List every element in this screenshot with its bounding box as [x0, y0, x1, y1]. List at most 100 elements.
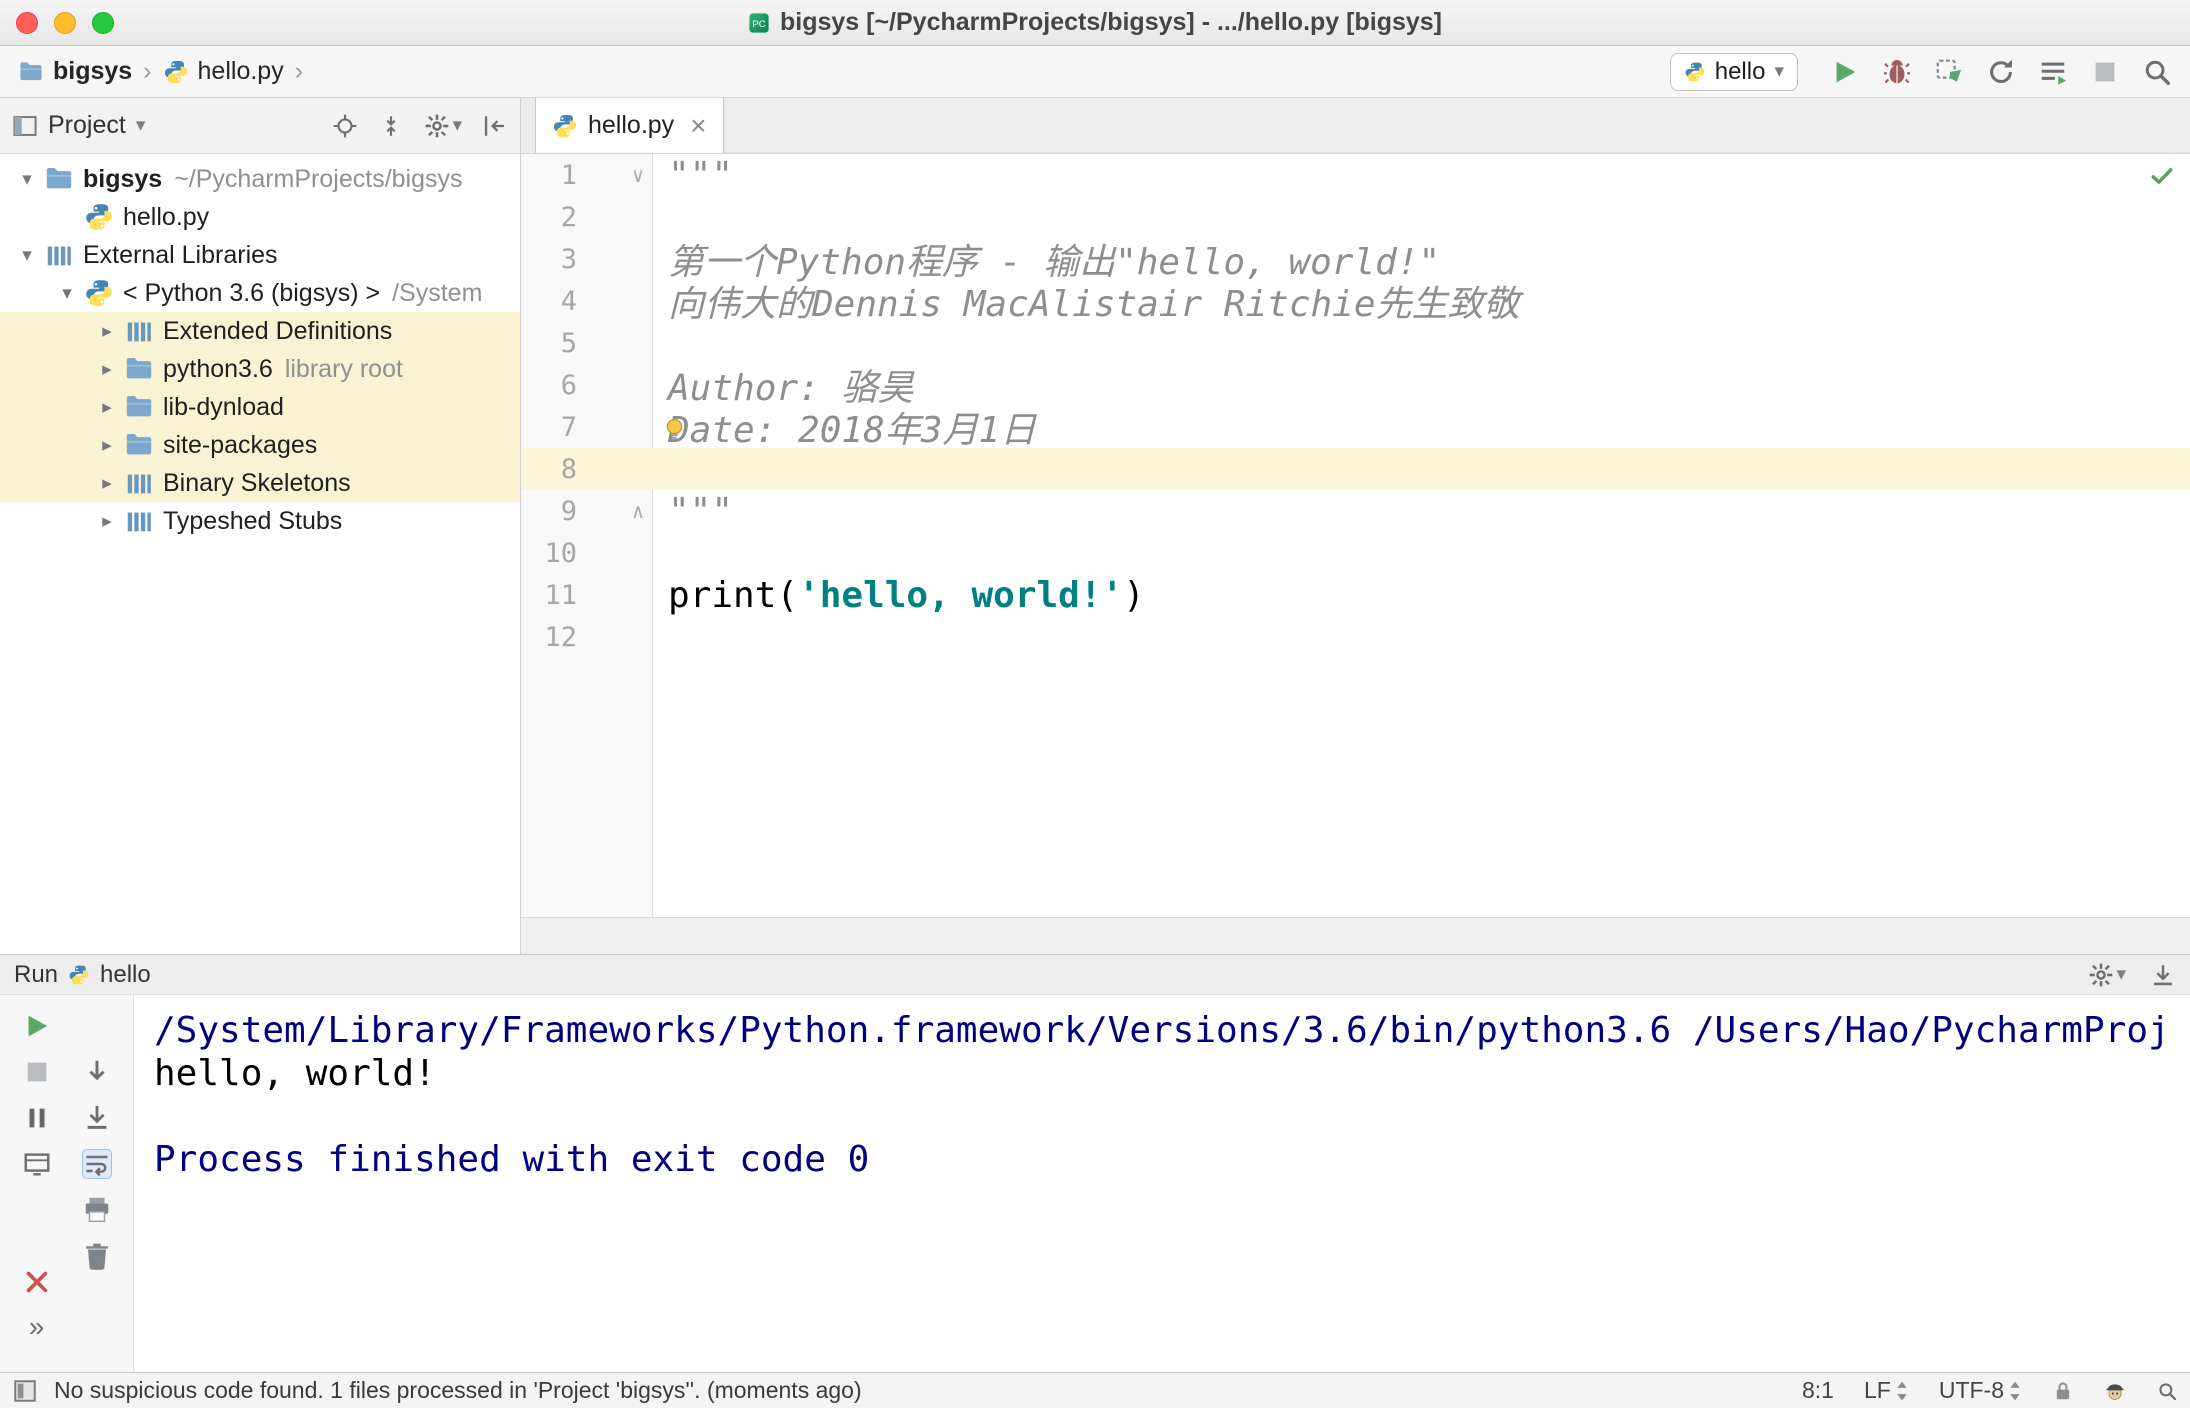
- clear-all-button[interactable]: [82, 1241, 112, 1271]
- chevron-right-icon[interactable]: ▸: [90, 320, 124, 343]
- line-gutter[interactable]: 8: [521, 448, 652, 490]
- tree-item-binary-skeletons[interactable]: ▸ Binary Skeletons: [0, 464, 520, 502]
- title-bar: PC bigsys [~/PycharmProjects/bigsys] - .…: [0, 0, 2190, 46]
- tree-item-python3-6[interactable]: ▸ python3.6 library root: [0, 350, 520, 388]
- python-icon: [1684, 61, 1706, 83]
- chevron-right-icon[interactable]: ▸: [90, 510, 124, 533]
- run-with-coverage-button[interactable]: [1934, 57, 1964, 87]
- line-gutter[interactable]: 6: [521, 364, 652, 406]
- editor[interactable]: 1 ∨ """ 2 3 第一个Python程序 - 输出"hello, world!" 4 向…: [521, 154, 2190, 917]
- run-settings-button[interactable]: ▾: [2088, 962, 2126, 988]
- line-gutter[interactable]: 4: [521, 280, 652, 322]
- collapse-all-button[interactable]: [378, 113, 404, 139]
- chevron-right-icon[interactable]: ▸: [90, 472, 124, 495]
- chevron-down-icon[interactable]: ▾: [10, 168, 44, 191]
- run-button[interactable]: [1830, 57, 1860, 87]
- toolwindow-toggle-icon[interactable]: [12, 1378, 38, 1404]
- pause-output-button[interactable]: [22, 1103, 52, 1133]
- intention-bulb-icon[interactable]: [661, 416, 688, 443]
- tree-item-hello-py[interactable]: hello.py: [0, 198, 520, 236]
- chevron-down-icon: ▾: [452, 115, 462, 136]
- tree-item-lib-dynload[interactable]: ▸ lib-dynload: [0, 388, 520, 426]
- breadcrumb-hello-py[interactable]: hello.py: [198, 57, 284, 86]
- profiler-button[interactable]: [1986, 57, 2016, 87]
- line-gutter[interactable]: 11: [521, 574, 652, 616]
- line-gutter[interactable]: 1 ∨: [521, 154, 652, 196]
- line-gutter[interactable]: 12: [521, 616, 652, 658]
- editor-line-12[interactable]: 12: [521, 616, 2190, 658]
- line-gutter[interactable]: 2: [521, 196, 652, 238]
- restore-layout-button[interactable]: [22, 1149, 52, 1179]
- chevron-down-icon[interactable]: ▾: [50, 282, 84, 305]
- code-token: """: [668, 490, 734, 532]
- lock-icon[interactable]: [2052, 1380, 2074, 1402]
- line-gutter[interactable]: 10: [521, 532, 652, 574]
- line-gutter[interactable]: 5: [521, 322, 652, 364]
- print-button[interactable]: [82, 1195, 112, 1225]
- scroll-from-source-button[interactable]: [332, 113, 358, 139]
- debug-button[interactable]: [1882, 57, 1912, 87]
- editor-line-4[interactable]: 4 向伟大的Dennis MacAlistair Ritchie先生致敬: [521, 280, 2190, 325]
- line-gutter[interactable]: 3: [521, 238, 652, 280]
- down-stacktrace-button[interactable]: [82, 1057, 112, 1087]
- run-configuration-select[interactable]: hello ▾: [1669, 52, 1798, 91]
- close-window-button[interactable]: [16, 11, 38, 34]
- tab-hello-py[interactable]: hello.py ×: [535, 98, 724, 153]
- chevron-down-icon[interactable]: ▾: [136, 114, 146, 137]
- hide-run-panel-button[interactable]: [2150, 962, 2176, 988]
- editor-line-5[interactable]: 5: [521, 322, 2190, 364]
- tree-item-typeshed-stubs[interactable]: ▸ Typeshed Stubs: [0, 502, 520, 540]
- editor-line-10[interactable]: 10: [521, 532, 2190, 574]
- encoding-widget[interactable]: UTF-8: [1939, 1377, 2022, 1404]
- search-everywhere-button[interactable]: [2142, 57, 2172, 87]
- tree-item-site-packages[interactable]: ▸ site-packages: [0, 426, 520, 464]
- editor-line-7[interactable]: 7 Date: 2018年3月1日: [521, 406, 2190, 451]
- editor-line-11[interactable]: 11 print('hello, world!'): [521, 574, 2190, 616]
- minimize-window-button[interactable]: [54, 11, 76, 34]
- editor-line-1[interactable]: 1 ∨ """: [521, 154, 2190, 196]
- tree-item-bigsys[interactable]: ▾ bigsys ~/PycharmProjects/bigsys: [0, 160, 520, 198]
- rerun-button[interactable]: [22, 1011, 52, 1041]
- stop-process-button[interactable]: [22, 1057, 52, 1087]
- code-token: 向伟大的Dennis MacAlistair Ritchie先生致敬: [668, 284, 1520, 325]
- console-options-column: [74, 1011, 120, 1372]
- chevron-right-icon[interactable]: ▸: [90, 434, 124, 457]
- run-panel-title[interactable]: Run: [14, 961, 58, 989]
- close-tab-icon[interactable]: ×: [690, 111, 706, 140]
- tree-item-label: < Python 3.6 (bigsys) >: [123, 278, 381, 307]
- close-console-button[interactable]: [22, 1267, 52, 1297]
- tree-item-extended-definitions[interactable]: ▸ Extended Definitions: [0, 312, 520, 350]
- project-settings-button[interactable]: ▾: [424, 113, 462, 139]
- fold-marker-icon[interactable]: ∨: [583, 163, 652, 187]
- caret-position-widget[interactable]: 8:1: [1802, 1377, 1834, 1404]
- zoom-window-button[interactable]: [92, 11, 114, 34]
- chevron-right-icon[interactable]: ▸: [90, 358, 124, 381]
- run-console[interactable]: /System/Library/Frameworks/Python.framew…: [134, 995, 2190, 1372]
- editor-line-2[interactable]: 2: [521, 196, 2190, 238]
- scroll-to-end-button[interactable]: [82, 1103, 112, 1133]
- edit-configurations-button[interactable]: [2038, 57, 2068, 87]
- fold-marker-icon[interactable]: ∧: [583, 499, 652, 523]
- line-number: 5: [560, 327, 577, 359]
- chevron-down-icon[interactable]: ▾: [10, 244, 44, 267]
- stop-button[interactable]: [2090, 57, 2120, 87]
- chevron-right-icon[interactable]: ▸: [90, 396, 124, 419]
- line-separator-widget[interactable]: LF: [1864, 1377, 1909, 1404]
- line-gutter[interactable]: 7: [521, 406, 652, 448]
- loupe-icon[interactable]: [2156, 1380, 2178, 1402]
- tree-item-python-3-6-bigsys[interactable]: ▾ < Python 3.6 (bigsys) > /System: [0, 274, 520, 312]
- project-panel-title[interactable]: Project: [48, 111, 126, 140]
- more-actions-button[interactable]: »: [29, 1313, 45, 1341]
- editor-line-3[interactable]: 3 第一个Python程序 - 输出"hello, world!": [521, 238, 2190, 283]
- tree-item-external-libraries[interactable]: ▾ External Libraries: [0, 236, 520, 274]
- line-gutter[interactable]: 9 ∧: [521, 490, 652, 532]
- editor-line-6[interactable]: 6 Author: 骆昊: [521, 364, 2190, 409]
- editor-horizontal-scrollbar[interactable]: [521, 917, 2190, 954]
- status-widgets: 8:1 LF UTF-8: [1802, 1377, 2178, 1404]
- hide-panel-button[interactable]: [482, 113, 508, 139]
- inspections-profile-icon[interactable]: [2104, 1380, 2126, 1402]
- breadcrumb-bigsys[interactable]: bigsys: [53, 57, 132, 86]
- soft-wrap-button[interactable]: [81, 1149, 112, 1179]
- editor-line-9[interactable]: 9 ∧ """: [521, 490, 2190, 532]
- editor-line-8[interactable]: 8: [521, 448, 2190, 490]
